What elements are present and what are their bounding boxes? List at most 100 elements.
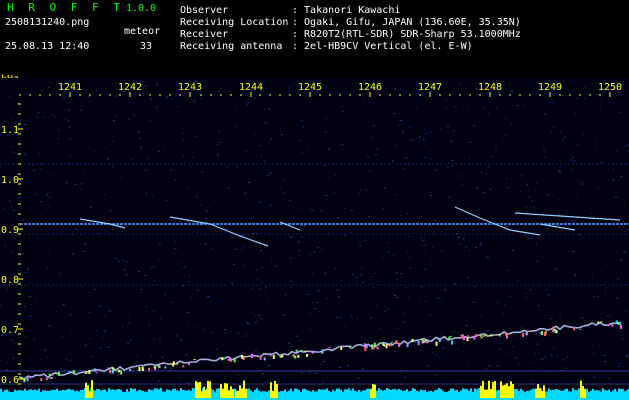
noise-speck	[325, 169, 327, 171]
noise-speck	[396, 297, 399, 298]
noise-speck	[562, 138, 564, 140]
level-bar	[350, 390, 352, 393]
noise-speck	[417, 266, 419, 268]
noise-speck	[436, 228, 438, 230]
noise-speck	[122, 259, 125, 261]
noise-speck	[374, 273, 376, 274]
noise-speck	[46, 194, 48, 196]
noise-speck	[418, 136, 421, 138]
drift-speck	[259, 358, 262, 360]
peak-bar	[370, 389, 372, 398]
noise-speck	[394, 88, 397, 90]
noise-speck	[260, 317, 263, 319]
noise-speck	[317, 247, 319, 249]
level-bar	[44, 390, 46, 393]
noise-speck	[152, 218, 154, 219]
peak-bar	[224, 383, 226, 398]
noise-speck	[515, 214, 516, 216]
noise-speck	[510, 123, 513, 125]
level-bar	[170, 390, 172, 393]
noise-speck	[481, 172, 484, 174]
level-bar	[218, 388, 220, 393]
noise-speck	[571, 157, 574, 159]
noise-speck	[533, 207, 535, 208]
noise-speck	[550, 318, 553, 320]
noise-speck	[301, 372, 303, 374]
noise-speck	[12, 151, 15, 153]
noise-speck	[54, 116, 57, 118]
noise-speck	[9, 200, 11, 202]
y-tick-label: 0.6	[1, 375, 19, 386]
datetime: 25.08.13 12:40	[5, 41, 90, 52]
y-tick-label: 0.8	[1, 275, 19, 286]
noise-speck	[524, 104, 526, 106]
drift-speck	[54, 372, 57, 374]
peak-bar	[85, 382, 87, 398]
level-bar	[162, 391, 164, 393]
level-bar	[266, 391, 268, 393]
noise-speck	[68, 109, 71, 111]
noise-speck	[508, 380, 511, 382]
noise-speck	[11, 339, 13, 341]
drift-speck	[395, 340, 398, 345]
level-bar	[346, 389, 348, 393]
noise-speck	[288, 342, 290, 344]
drift-speck	[527, 330, 530, 332]
drift-speck	[193, 358, 196, 360]
noise-speck	[291, 280, 293, 282]
noise-speck	[575, 113, 577, 115]
peak-bar	[582, 385, 584, 398]
noise-speck	[44, 177, 46, 179]
peak-bar	[492, 382, 494, 398]
noise-speck	[254, 321, 257, 323]
noise-speck	[250, 371, 252, 373]
drift-speck	[306, 353, 309, 357]
noise-speck	[581, 317, 584, 319]
noise-speck	[450, 309, 452, 311]
noise-speck	[113, 119, 116, 121]
noise-speck	[64, 119, 66, 120]
noise-speck	[258, 201, 261, 203]
noise-speck	[434, 169, 437, 171]
drift-speck	[482, 334, 485, 338]
noise-speck	[525, 296, 527, 298]
noise-speck	[512, 346, 514, 348]
noise-speck	[69, 314, 72, 316]
noise-speck	[414, 271, 416, 273]
peak-bar	[237, 391, 239, 398]
drift-speck	[58, 371, 60, 376]
noise-speck	[152, 196, 154, 198]
level-bar	[320, 389, 322, 393]
drift-speck	[21, 377, 23, 378]
level-bar	[560, 390, 562, 393]
noise-speck	[376, 305, 378, 307]
noise-speck	[473, 125, 476, 127]
noise-speck	[236, 166, 239, 168]
noise-speck	[5, 148, 7, 150]
level-bar	[214, 391, 216, 393]
drift-speck	[340, 347, 343, 350]
noise-speck	[262, 373, 265, 374]
peak-bar	[201, 391, 203, 398]
level-bar	[430, 390, 432, 393]
noise-speck	[480, 314, 482, 316]
noise-speck	[393, 351, 396, 352]
level-bar	[442, 390, 444, 393]
noise-speck	[464, 218, 467, 220]
noise-speck	[372, 287, 375, 289]
drift-speck	[221, 357, 224, 361]
noise-speck	[341, 144, 344, 146]
level-bar	[102, 390, 104, 393]
noise-speck	[406, 213, 408, 215]
noise-speck	[594, 145, 596, 147]
noise-speck	[571, 167, 573, 169]
noise-speck	[295, 335, 298, 337]
noise-speck	[89, 337, 91, 339]
level-bar	[168, 389, 170, 393]
noise-speck	[158, 243, 161, 245]
noise-speck	[370, 349, 373, 350]
noise-speck	[406, 164, 408, 165]
x-tick-label: 1249	[538, 82, 562, 93]
noise-speck	[392, 160, 394, 162]
level-bar	[212, 390, 214, 393]
